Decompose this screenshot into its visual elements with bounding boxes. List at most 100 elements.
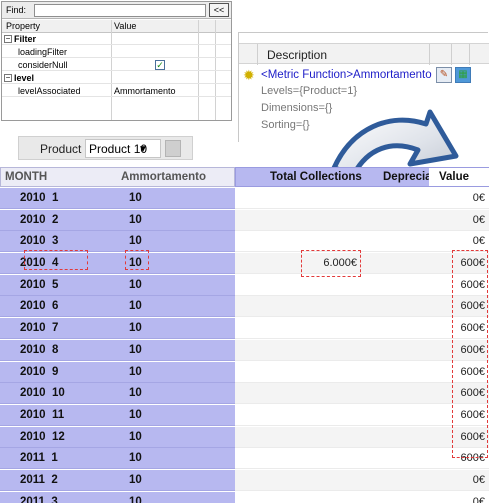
- table-row[interactable]: 2011 2 10 0€: [0, 469, 489, 492]
- collapse-toggle-icon[interactable]: −: [4, 74, 12, 82]
- column-header-value[interactable]: Value: [429, 168, 489, 186]
- column-divider: [257, 44, 258, 65]
- property-row[interactable]: levelAssociated Ammortamento: [2, 85, 231, 97]
- row-data-cell: 0€: [235, 491, 489, 503]
- find-input[interactable]: [34, 4, 206, 17]
- table-row[interactable]: 2010 3 10 0€: [0, 231, 489, 253]
- property-row[interactable]: considerNull ✓: [2, 59, 231, 71]
- column-divider: [429, 44, 430, 65]
- consider-null-checkbox[interactable]: ✓: [155, 60, 165, 70]
- month-cell: 2010 6: [20, 300, 59, 313]
- edit-icon[interactable]: ✎: [436, 67, 452, 83]
- property-group-filter[interactable]: − Filter: [2, 33, 231, 45]
- row-header-cell: 2010 2 10: [0, 209, 235, 231]
- table-row[interactable]: 2010 12 10 600€: [0, 426, 489, 449]
- value-cell: 600€: [460, 365, 485, 378]
- collapse-toggle-icon[interactable]: −: [4, 35, 12, 43]
- ammortamento-cell: 10: [129, 343, 142, 356]
- row-data-cell: 600€: [235, 383, 489, 405]
- value-cell: 600€: [460, 387, 485, 400]
- table-row[interactable]: 2010 10 10 600€: [0, 383, 489, 405]
- data-grid: MONTH Ammortamento Total Collections Dep…: [0, 167, 489, 503]
- month-cell: 2010 7: [20, 322, 59, 335]
- value-cell: 0€: [472, 235, 485, 248]
- month-cell: 2010 5: [20, 278, 59, 291]
- month-cell: 2010 9: [20, 365, 59, 378]
- row-header-cell: 2010 5 10: [0, 274, 235, 296]
- product-selector-bar: Product Product 10 ▼: [18, 136, 193, 160]
- row-data-cell: 0€: [235, 469, 489, 491]
- column-divider: [469, 44, 470, 65]
- ammortamento-cell: 10: [129, 495, 142, 503]
- table-row[interactable]: 2011 3 10 0€: [0, 491, 489, 503]
- header-left: MONTH Ammortamento: [0, 167, 235, 187]
- column-header-ammortamento[interactable]: Ammortamento: [121, 171, 206, 183]
- row-data-cell: 600€: [235, 296, 489, 318]
- table-row[interactable]: 2010 7 10 600€: [0, 318, 489, 340]
- ammortamento-cell: 10: [129, 408, 142, 421]
- table-row[interactable]: 2010 11 10 600€: [0, 404, 489, 427]
- row-header-cell: 2011 2 10: [0, 469, 235, 491]
- property-key: considerNull: [18, 60, 68, 70]
- ammortamento-cell: 10: [129, 452, 142, 465]
- table-row[interactable]: 2010 6 10 600€: [0, 296, 489, 318]
- row-data-cell: 600€: [235, 339, 489, 361]
- levels-text: Levels={Product=1}: [261, 85, 358, 97]
- table-row[interactable]: 2010 5 10 600€: [0, 274, 489, 297]
- row-data-cell: 6.000€ 600€: [235, 253, 489, 275]
- table-icon[interactable]: ▦: [455, 67, 471, 83]
- header-right: Total Collections Deprecia Value: [235, 167, 489, 187]
- property-key: Filter: [14, 34, 37, 44]
- product-label: Product: [40, 142, 82, 156]
- row-data-cell: 600€: [235, 318, 489, 340]
- column-value: Value: [114, 21, 137, 31]
- product-dropdown[interactable]: Product 10 ▼: [85, 139, 161, 158]
- row-header-cell: 2011 1 10: [0, 448, 235, 470]
- find-bar: Find: <<: [2, 2, 231, 19]
- value-cell: 600€: [460, 257, 485, 270]
- column-header-depreciation[interactable]: Deprecia: [383, 171, 429, 183]
- ammortamento-cell: 10: [129, 257, 142, 270]
- value-cell: 600€: [460, 408, 485, 421]
- value-cell: 600€: [460, 430, 485, 443]
- row-header-cell: 2010 11 10: [0, 404, 235, 426]
- month-cell: 2010 12: [20, 430, 65, 443]
- metric-function-link[interactable]: <Metric Function>Ammortamento: [261, 69, 432, 81]
- row-data-cell: 0€: [235, 209, 489, 231]
- table-row[interactable]: 2010 9 10 600€: [0, 361, 489, 384]
- table-row[interactable]: 2010 2 10 0€: [0, 209, 489, 232]
- month-cell: 2011 1: [20, 452, 58, 465]
- property-group-level[interactable]: − level: [2, 72, 231, 84]
- column-header-total-collections[interactable]: Total Collections: [270, 171, 362, 183]
- product-extra-button[interactable]: [165, 140, 181, 157]
- row-data-cell: 600€: [235, 426, 489, 448]
- ammortamento-cell: 10: [129, 213, 142, 226]
- value-cell: 0€: [472, 473, 485, 486]
- row-data-cell: 0€: [235, 188, 489, 209]
- property-row[interactable]: loadingFilter: [2, 46, 231, 58]
- month-cell: 2010 4: [20, 257, 59, 270]
- value-cell: 600€: [460, 322, 485, 335]
- table-row[interactable]: 2011 1 10 600€: [0, 448, 489, 470]
- property-key: level: [14, 73, 35, 83]
- row-header-cell: 2011 3 10: [0, 491, 235, 503]
- row-data-cell: 600€: [235, 448, 489, 470]
- collapse-button[interactable]: <<: [209, 3, 229, 17]
- table-row[interactable]: 2010 8 10 600€: [0, 339, 489, 362]
- value-cell: 0€: [472, 213, 485, 226]
- ammortamento-cell: 10: [129, 235, 142, 248]
- grid-body: 2010 1 10 0€ 2010 2 10 0€ 2010 3 10 0€ 2010 4 10 6.…: [0, 188, 489, 503]
- month-cell: 2010 3: [20, 235, 59, 248]
- row-header-cell: 2010 1 10: [0, 188, 235, 209]
- chevron-down-icon[interactable]: ▼: [138, 144, 148, 155]
- property-panel: Find: << Property Value − Filter loading…: [1, 1, 232, 121]
- sorting-text: Sorting={}: [261, 119, 310, 131]
- column-header-month[interactable]: MONTH: [5, 171, 47, 183]
- value-cell: 600€: [460, 452, 485, 465]
- row-header-cell: 2010 4 10: [0, 253, 235, 275]
- property-value[interactable]: Ammortamento: [114, 86, 176, 96]
- table-row[interactable]: 2010 4 10 6.000€ 600€: [0, 253, 489, 275]
- month-cell: 2011 3: [20, 495, 58, 503]
- value-cell: 600€: [460, 343, 485, 356]
- table-row[interactable]: 2010 1 10 0€: [0, 188, 489, 210]
